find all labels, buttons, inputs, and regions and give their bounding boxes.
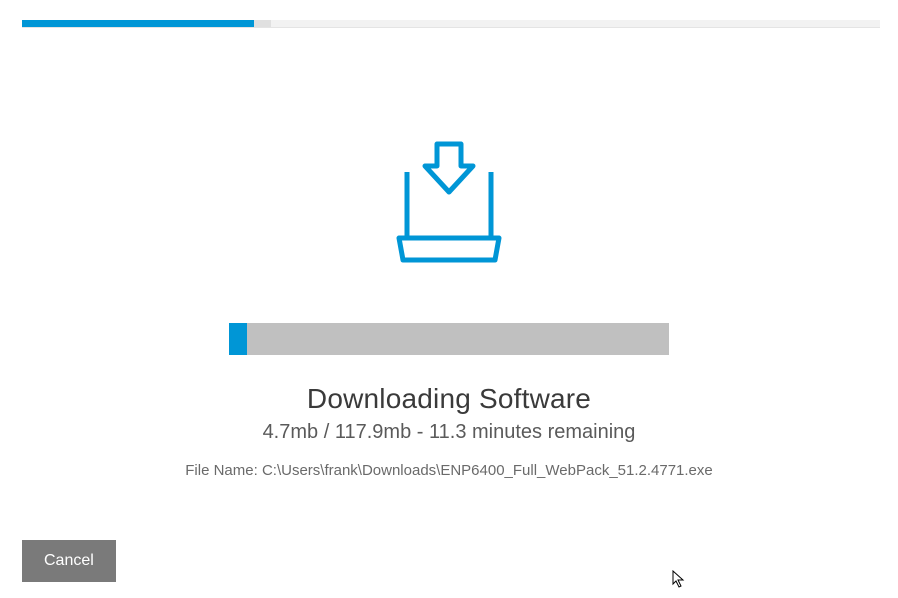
file-name-value: C:\Users\frank\Downloads\ENP6400_Full_We… (262, 462, 713, 479)
mouse-cursor (672, 570, 686, 588)
file-name-label: File Name: (185, 462, 262, 479)
cancel-button[interactable]: Cancel (22, 540, 116, 582)
wizard-progress-fill (22, 20, 254, 27)
separator-slash: / (318, 421, 335, 443)
mb-unit-1: mb (290, 421, 318, 443)
file-name-line: File Name: C:\Users\frank\Downloads\ENP6… (185, 462, 713, 479)
wizard-progress-bar (22, 20, 880, 28)
main-content: Downloading Software 4.7mb / 117.9mb - 1… (0, 70, 898, 479)
minutes-remaining-value: 11.3 (429, 421, 466, 443)
mb-unit-2: mb (383, 421, 411, 443)
status-detail: 4.7mb / 117.9mb - 11.3 minutes remaining (263, 421, 636, 444)
status-title: Downloading Software (307, 383, 591, 415)
minutes-remaining-label: minutes remaining (472, 421, 635, 443)
download-laptop-icon (369, 120, 529, 285)
wizard-progress-track (254, 20, 271, 27)
separator-dash: - (411, 421, 429, 443)
downloaded-mb: 4.7 (263, 421, 291, 443)
download-progress-fill (229, 323, 247, 355)
total-mb: 117.9 (335, 421, 384, 443)
download-progress-bar (229, 323, 669, 355)
